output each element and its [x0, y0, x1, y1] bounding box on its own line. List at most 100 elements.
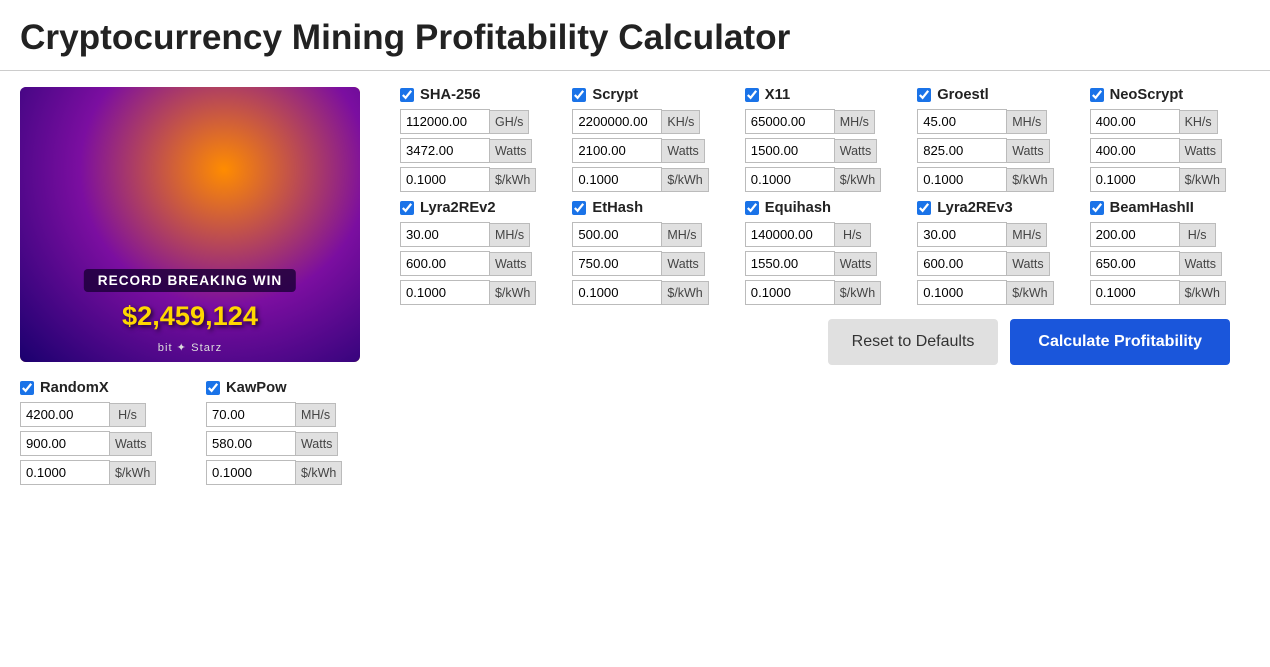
- cost-input-lyra2rev3[interactable]: [917, 280, 1007, 305]
- algo-checkbox-lyra2rev3[interactable]: [917, 201, 931, 215]
- hashrate-input-equihash[interactable]: [745, 222, 835, 247]
- algo-checkbox-ethash[interactable]: [572, 201, 586, 215]
- algo-header-groestl: Groestl: [917, 87, 1077, 103]
- cost-row-lyra2rev2: $/kWh: [400, 280, 560, 305]
- power-input-lyra2rev2[interactable]: [400, 251, 490, 276]
- cost-input-kawpow[interactable]: [206, 460, 296, 485]
- calculate-button[interactable]: Calculate Profitability: [1010, 319, 1230, 365]
- power-unit-equihash: Watts: [835, 252, 877, 276]
- hashrate-input-sha256[interactable]: [400, 109, 490, 134]
- cost-input-lyra2rev2[interactable]: [400, 280, 490, 305]
- cost-row-x11: $/kWh: [745, 167, 905, 192]
- power-input-randomx[interactable]: [20, 431, 110, 456]
- power-input-lyra2rev3[interactable]: [917, 251, 1007, 276]
- cost-row-sha256: $/kWh: [400, 167, 560, 192]
- algo-header-x11: X11: [745, 87, 905, 103]
- cost-input-scrypt[interactable]: [572, 167, 662, 192]
- hashrate-input-lyra2rev3[interactable]: [917, 222, 1007, 247]
- cost-unit-lyra2rev3: $/kWh: [1007, 281, 1053, 305]
- cost-unit-scrypt: $/kWh: [662, 168, 708, 192]
- algo-header-beamhashii: BeamHashII: [1090, 200, 1250, 216]
- algo-checkbox-scrypt[interactable]: [572, 88, 586, 102]
- algo-checkbox-equihash[interactable]: [745, 201, 759, 215]
- hashrate-input-groestl[interactable]: [917, 109, 1007, 134]
- hashrate-unit-randomx: H/s: [110, 403, 146, 427]
- cost-input-x11[interactable]: [745, 167, 835, 192]
- hashrate-unit-x11: MH/s: [835, 110, 875, 134]
- ad-amount: $2,459,124: [122, 300, 258, 332]
- hashrate-unit-lyra2rev3: MH/s: [1007, 223, 1047, 247]
- reset-button[interactable]: Reset to Defaults: [828, 319, 999, 365]
- power-unit-scrypt: Watts: [662, 139, 704, 163]
- algorithms-grid: SHA-256GH/sWatts$/kWhScryptKH/sWatts$/kW…: [400, 87, 1250, 305]
- hashrate-input-x11[interactable]: [745, 109, 835, 134]
- cost-unit-ethash: $/kWh: [662, 281, 708, 305]
- algo-checkbox-x11[interactable]: [745, 88, 759, 102]
- algo-checkbox-kawpow[interactable]: [206, 381, 220, 395]
- hashrate-row-lyra2rev3: MH/s: [917, 222, 1077, 247]
- hashrate-input-scrypt[interactable]: [572, 109, 662, 134]
- power-row-beamhashii: Watts: [1090, 251, 1250, 276]
- cost-row-kawpow: $/kWh: [206, 460, 380, 485]
- cost-row-groestl: $/kWh: [917, 167, 1077, 192]
- power-input-scrypt[interactable]: [572, 138, 662, 163]
- power-input-kawpow[interactable]: [206, 431, 296, 456]
- algo-header-ethash: EtHash: [572, 200, 732, 216]
- power-unit-x11: Watts: [835, 139, 877, 163]
- cost-input-beamhashii[interactable]: [1090, 280, 1180, 305]
- power-unit-lyra2rev3: Watts: [1007, 252, 1049, 276]
- hashrate-input-kawpow[interactable]: [206, 402, 296, 427]
- hashrate-input-ethash[interactable]: [572, 222, 662, 247]
- cost-unit-kawpow: $/kWh: [296, 461, 342, 485]
- algo-header-randomx: RandomX: [20, 380, 194, 396]
- power-row-scrypt: Watts: [572, 138, 732, 163]
- hashrate-row-equihash: H/s: [745, 222, 905, 247]
- cost-unit-equihash: $/kWh: [835, 281, 881, 305]
- cost-row-equihash: $/kWh: [745, 280, 905, 305]
- algo-block-groestl: GroestlMH/sWatts$/kWh: [917, 87, 1077, 192]
- power-input-groestl[interactable]: [917, 138, 1007, 163]
- power-input-x11[interactable]: [745, 138, 835, 163]
- cost-input-ethash[interactable]: [572, 280, 662, 305]
- algo-name-ethash: EtHash: [592, 200, 643, 216]
- algo-checkbox-sha256[interactable]: [400, 88, 414, 102]
- cost-input-equihash[interactable]: [745, 280, 835, 305]
- cost-unit-lyra2rev2: $/kWh: [490, 281, 536, 305]
- cost-unit-beamhashii: $/kWh: [1180, 281, 1226, 305]
- power-unit-ethash: Watts: [662, 252, 704, 276]
- algo-checkbox-groestl[interactable]: [917, 88, 931, 102]
- power-row-kawpow: Watts: [206, 431, 380, 456]
- algo-block-scrypt: ScryptKH/sWatts$/kWh: [572, 87, 732, 192]
- algo-name-lyra2rev2: Lyra2REv2: [420, 200, 496, 216]
- cost-input-groestl[interactable]: [917, 167, 1007, 192]
- cost-input-randomx[interactable]: [20, 460, 110, 485]
- power-input-neoscrypt[interactable]: [1090, 138, 1180, 163]
- power-input-equihash[interactable]: [745, 251, 835, 276]
- hashrate-input-beamhashii[interactable]: [1090, 222, 1180, 247]
- algo-header-neoscrypt: NeoScrypt: [1090, 87, 1250, 103]
- cost-unit-sha256: $/kWh: [490, 168, 536, 192]
- algo-name-groestl: Groestl: [937, 87, 989, 103]
- hashrate-row-ethash: MH/s: [572, 222, 732, 247]
- power-row-randomx: Watts: [20, 431, 194, 456]
- hashrate-input-neoscrypt[interactable]: [1090, 109, 1180, 134]
- cost-input-sha256[interactable]: [400, 167, 490, 192]
- hashrate-row-groestl: MH/s: [917, 109, 1077, 134]
- algo-checkbox-neoscrypt[interactable]: [1090, 88, 1104, 102]
- algo-name-lyra2rev3: Lyra2REv3: [937, 200, 1013, 216]
- algo-checkbox-randomx[interactable]: [20, 381, 34, 395]
- algo-checkbox-beamhashii[interactable]: [1090, 201, 1104, 215]
- cost-input-neoscrypt[interactable]: [1090, 167, 1180, 192]
- hashrate-input-randomx[interactable]: [20, 402, 110, 427]
- power-input-ethash[interactable]: [572, 251, 662, 276]
- power-unit-kawpow: Watts: [296, 432, 338, 456]
- power-input-beamhashii[interactable]: [1090, 251, 1180, 276]
- power-input-sha256[interactable]: [400, 138, 490, 163]
- cost-unit-x11: $/kWh: [835, 168, 881, 192]
- algo-name-x11: X11: [765, 87, 790, 103]
- advertisement-banner[interactable]: RECORD BREAKING WIN $2,459,124 bit ✦ Sta…: [20, 87, 360, 362]
- cost-unit-neoscrypt: $/kWh: [1180, 168, 1226, 192]
- hashrate-unit-sha256: GH/s: [490, 110, 529, 134]
- algo-checkbox-lyra2rev2[interactable]: [400, 201, 414, 215]
- hashrate-input-lyra2rev2[interactable]: [400, 222, 490, 247]
